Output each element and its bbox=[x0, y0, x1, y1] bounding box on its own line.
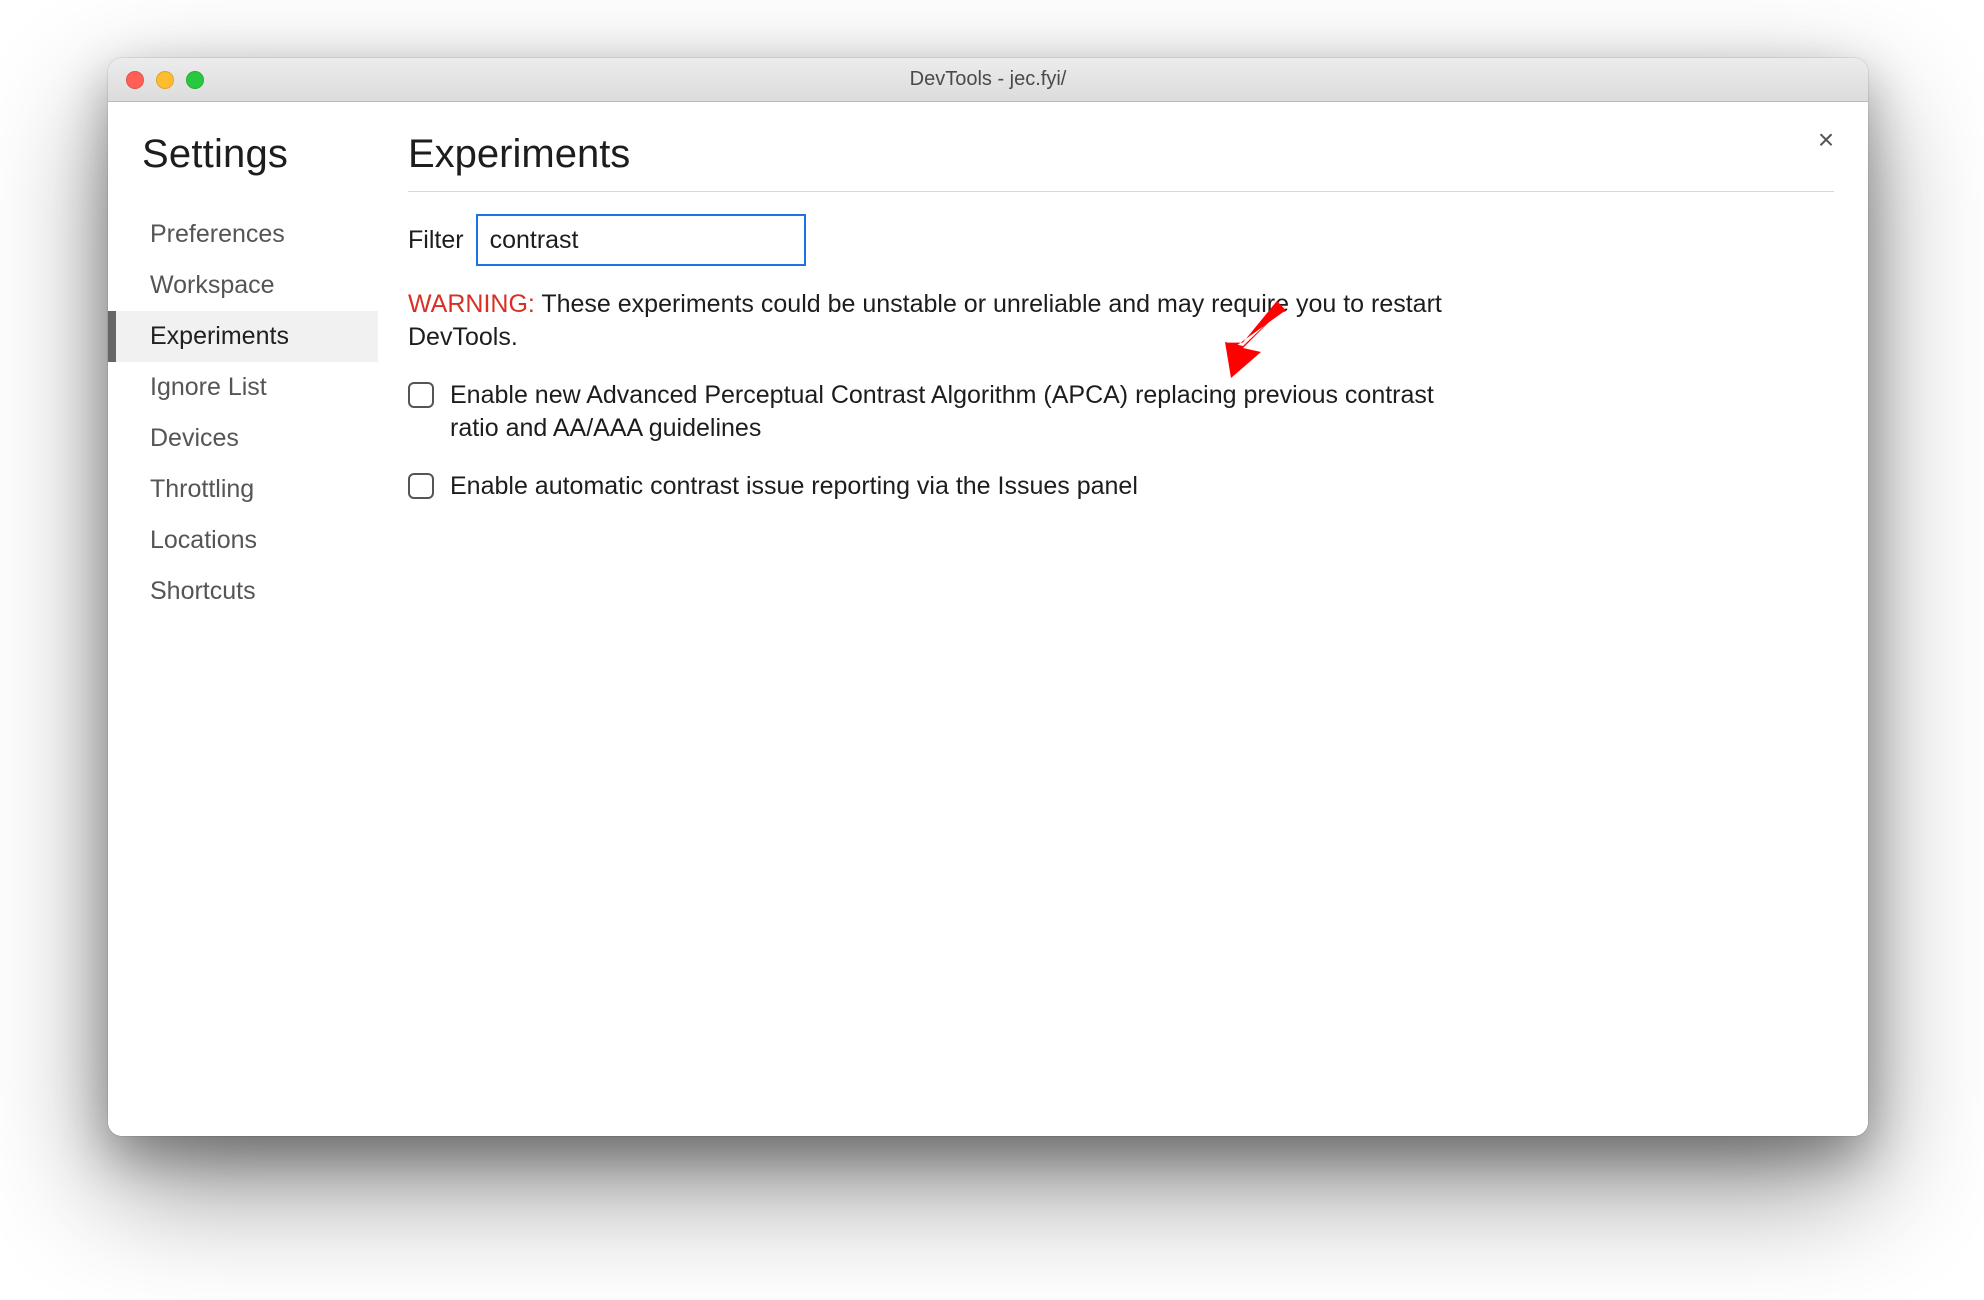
warning-prefix: WARNING: bbox=[408, 290, 535, 318]
content-title: Experiments bbox=[408, 132, 1834, 192]
sidebar-item-workspace[interactable]: Workspace bbox=[108, 260, 378, 311]
titlebar: DevTools - jec.fyi/ bbox=[108, 58, 1868, 102]
sidebar-item-experiments[interactable]: Experiments bbox=[108, 311, 378, 362]
sidebar-nav: Preferences Workspace Experiments Ignore… bbox=[108, 209, 378, 617]
filter-input[interactable] bbox=[476, 214, 806, 266]
close-icon: × bbox=[1818, 124, 1834, 156]
experiment-label: Enable new Advanced Perceptual Contrast … bbox=[450, 379, 1468, 444]
settings-content: × Experiments Filter WARNING: These expe… bbox=[378, 102, 1868, 1136]
window-body: Settings Preferences Workspace Experimen… bbox=[108, 102, 1868, 1136]
close-settings-button[interactable]: × bbox=[1808, 122, 1844, 158]
traffic-lights bbox=[126, 71, 204, 89]
sidebar-item-throttling[interactable]: Throttling bbox=[108, 464, 378, 515]
sidebar-item-locations[interactable]: Locations bbox=[108, 515, 378, 566]
filter-row: Filter bbox=[408, 214, 1838, 266]
devtools-window: DevTools - jec.fyi/ Settings Preferences… bbox=[108, 58, 1868, 1136]
settings-sidebar: Settings Preferences Workspace Experimen… bbox=[108, 102, 378, 1136]
experiment-label: Enable automatic contrast issue reportin… bbox=[450, 470, 1468, 503]
sidebar-item-devices[interactable]: Devices bbox=[108, 413, 378, 464]
window-zoom-button[interactable] bbox=[186, 71, 204, 89]
window-close-button[interactable] bbox=[126, 71, 144, 89]
filter-label: Filter bbox=[408, 226, 464, 255]
experiment-checkbox[interactable] bbox=[408, 473, 434, 499]
window-title: DevTools - jec.fyi/ bbox=[108, 68, 1868, 91]
experiment-checkbox[interactable] bbox=[408, 382, 434, 408]
experiments-list: Enable new Advanced Perceptual Contrast … bbox=[408, 379, 1468, 503]
sidebar-item-ignore-list[interactable]: Ignore List bbox=[108, 362, 378, 413]
warning-text: These experiments could be unstable or u… bbox=[408, 290, 1442, 351]
experiment-row: Enable automatic contrast issue reportin… bbox=[408, 470, 1468, 503]
sidebar-title: Settings bbox=[108, 132, 378, 183]
sidebar-item-shortcuts[interactable]: Shortcuts bbox=[108, 566, 378, 617]
experiments-warning: WARNING: These experiments could be unst… bbox=[408, 288, 1478, 353]
sidebar-item-preferences[interactable]: Preferences bbox=[108, 209, 378, 260]
window-minimize-button[interactable] bbox=[156, 71, 174, 89]
experiment-row: Enable new Advanced Perceptual Contrast … bbox=[408, 379, 1468, 444]
